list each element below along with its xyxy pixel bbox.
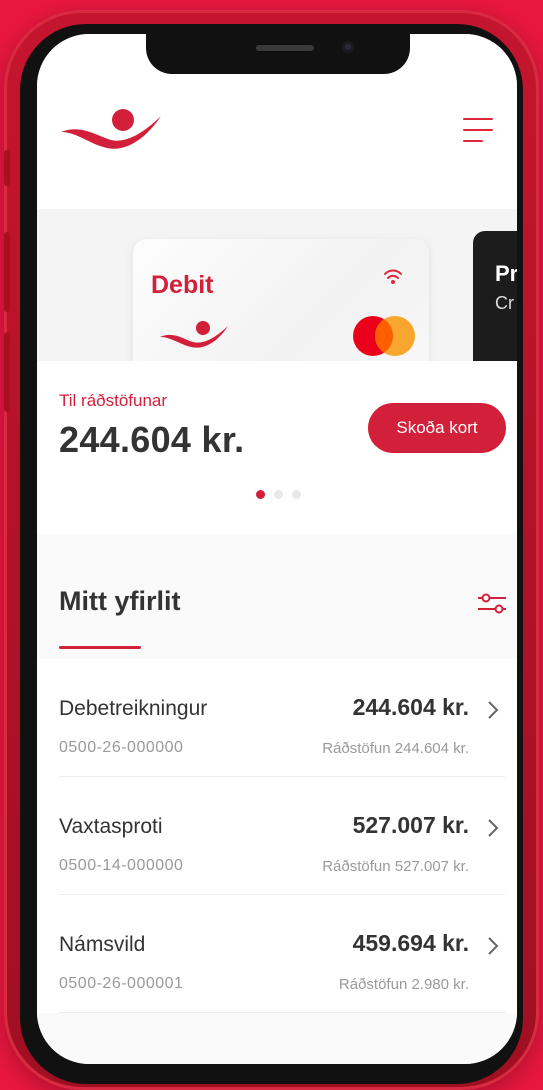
contactless-icon xyxy=(384,269,402,284)
available-amount: 244.604 kr. xyxy=(59,419,245,460)
front-camera xyxy=(342,41,354,53)
volume-up-button xyxy=(4,232,10,312)
account-number: 0500-26-000000 xyxy=(59,739,184,756)
phone-notch xyxy=(146,34,410,74)
speaker-grille xyxy=(256,45,314,51)
account-row[interactable]: Námsvild 459.694 kr. 0500-26-000001 Ráðs… xyxy=(59,895,505,1013)
account-number: 0500-14-000000 xyxy=(59,857,184,874)
account-available: Ráðstöfun 244.604 kr. xyxy=(322,740,469,757)
premium-card-title: Pr xyxy=(495,261,517,286)
card-logo-icon xyxy=(160,321,228,348)
card-title: Debit xyxy=(151,271,214,299)
premium-card-subtitle: Cr xyxy=(495,293,514,313)
volume-down-button xyxy=(4,332,10,412)
account-name: Námsvild xyxy=(59,933,146,956)
account-available: Ráðstöfun 527.007 kr. xyxy=(322,858,469,875)
hamburger-menu-icon[interactable] xyxy=(463,118,493,144)
premium-card[interactable]: Pr Cr xyxy=(473,231,517,361)
phone-screen: Debit Pr Cr Til ráðstöfunar 244.604 kr. … xyxy=(37,34,517,1064)
account-list: Debetreikningur 244.604 kr. 0500-26-0000… xyxy=(37,659,517,1013)
account-name: Debetreikningur xyxy=(59,697,208,720)
account-balance: 244.604 kr. xyxy=(352,694,469,720)
overview-section: Mitt yfirlit Debetreikningur 244.604 kr.… xyxy=(37,534,517,1064)
account-name: Vaxtasproti xyxy=(59,815,163,838)
balance-section: Til ráðstöfunar 244.604 kr. Skoða kort xyxy=(37,361,517,534)
available-label: Til ráðstöfunar xyxy=(59,391,168,410)
title-underline xyxy=(59,646,141,649)
overview-title: Mitt yfirlit xyxy=(59,586,181,616)
account-balance: 527.007 kr. xyxy=(352,812,469,838)
mute-switch xyxy=(4,150,10,186)
account-available: Ráðstöfun 2.980 kr. xyxy=(338,976,469,993)
bank-logo xyxy=(61,109,161,149)
mastercard-icon xyxy=(353,316,415,356)
chevron-right-icon[interactable] xyxy=(487,818,499,838)
carousel-dot-active[interactable] xyxy=(256,490,265,499)
chevron-right-icon[interactable] xyxy=(487,700,499,720)
carousel-dot[interactable] xyxy=(292,490,301,499)
carousel-dot[interactable] xyxy=(274,490,283,499)
filter-sliders-icon[interactable] xyxy=(477,588,507,618)
account-balance: 459.694 kr. xyxy=(352,930,469,956)
card-carousel[interactable]: Debit Pr Cr xyxy=(37,209,517,361)
account-row[interactable]: Debetreikningur 244.604 kr. 0500-26-0000… xyxy=(59,659,505,777)
view-card-button[interactable]: Skoða kort xyxy=(368,403,506,453)
account-number: 0500-26-000001 xyxy=(59,975,184,992)
account-row[interactable]: Vaxtasproti 527.007 kr. 0500-14-000000 R… xyxy=(59,777,505,895)
chevron-right-icon[interactable] xyxy=(487,936,499,956)
card-hero: Debit Pr Cr Til ráðstöfunar 244.604 kr. … xyxy=(37,209,517,534)
debit-card[interactable]: Debit xyxy=(133,239,429,361)
